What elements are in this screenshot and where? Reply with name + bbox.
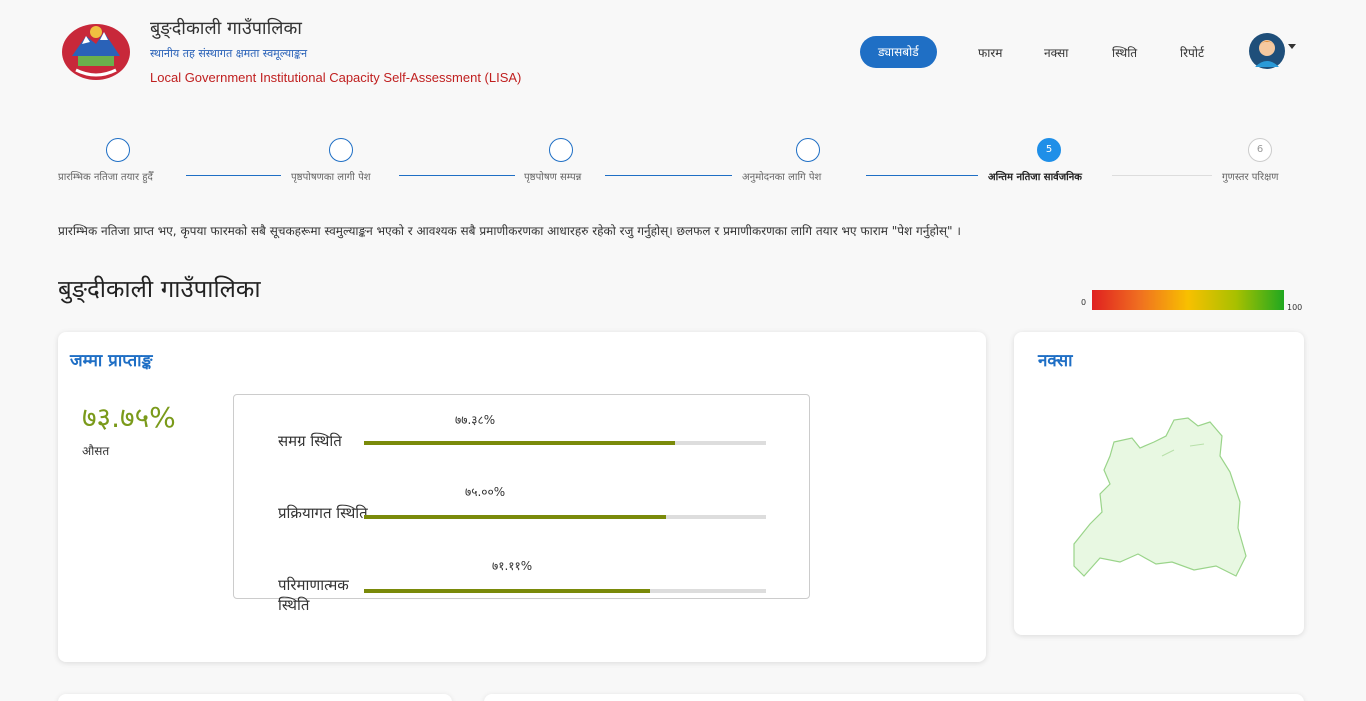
map-card: नक्सा — [1014, 332, 1304, 635]
page-title: बुङ्दीकाली गाउँपालिका — [58, 275, 261, 303]
user-avatar-icon[interactable] — [1249, 33, 1285, 69]
map-card-title: नक्सा — [1038, 351, 1073, 371]
scale-min-label: 0 — [1081, 298, 1087, 307]
nav-form-link[interactable]: फारम — [978, 44, 1002, 61]
step-2-label: पृष्ठपोषणका लागी पेश — [291, 172, 371, 183]
row-overall-bar-fill — [364, 441, 676, 445]
row-procedural-label: प्रक्रियागत स्थिति — [278, 504, 368, 522]
row-quantitative-value: ७१.११% — [492, 559, 533, 573]
brand-subtitle: स्थानीय तह संस्थागत क्षमता स्वमूल्याङ्कन — [150, 47, 308, 60]
row-quantitative-bar — [364, 589, 766, 593]
nav-dashboard-button[interactable]: ड्यासबोर्ड — [860, 36, 937, 68]
progress-stepper: प्रारम्भिक नतिजा तयार हुदैँ पृष्ठपोषणका … — [0, 130, 1366, 190]
municipality-map-shape[interactable] — [1070, 416, 1250, 588]
brand-title: बुङ्दीकाली गाउँपालिका — [150, 18, 302, 39]
step-4-label: अनुमोदनका लागि पेश — [742, 172, 822, 183]
row-overall-bar — [364, 441, 766, 445]
header: बुङ्दीकाली गाउँपालिका स्थानीय तह संस्थाग… — [0, 0, 1366, 100]
chevron-down-icon[interactable] — [1288, 44, 1296, 49]
step-5-label: अन्तिम नतिजा सार्वजनिक — [988, 172, 1082, 183]
step-1-circle — [106, 138, 130, 162]
row-quantitative-bar-fill — [364, 589, 650, 593]
nav-status-link[interactable]: स्थिति — [1112, 44, 1137, 61]
total-score-value: ७३.७५% — [82, 401, 176, 434]
step-connector — [605, 175, 732, 176]
row-procedural-value: ७५.००% — [465, 485, 506, 499]
brand-subtitle-en: Local Government Institutional Capacity … — [150, 70, 522, 85]
bottom-card-left — [58, 694, 452, 701]
nav-map-link[interactable]: नक्सा — [1044, 44, 1068, 61]
step-3-circle — [549, 138, 573, 162]
score-breakdown-box: ७७.३८% समग्र स्थिति ७५.००% प्रक्रियागत स… — [233, 394, 810, 614]
step-connector — [399, 175, 515, 176]
row-overall-value: ७७.३८% — [455, 413, 496, 427]
instruction-text: प्रारम्भिक नतिजा प्राप्त भए, कृपया फारमक… — [58, 224, 961, 238]
nav-report-link[interactable]: रिपोर्ट — [1180, 44, 1204, 61]
step-6-circle: 6 — [1248, 138, 1272, 162]
step-6-label: गुणस्तर परिक्षण — [1222, 172, 1279, 183]
step-1-label: प्रारम्भिक नतिजा तयार हुदैँ — [58, 172, 153, 183]
row-procedural-bar-fill — [364, 515, 666, 519]
step-2-circle — [329, 138, 353, 162]
step-connector — [1112, 175, 1212, 176]
score-card-title: जम्मा प्राप्ताङ्क — [70, 351, 153, 371]
step-connector — [866, 175, 978, 176]
total-score-caption: औसत — [82, 444, 110, 458]
step-connector — [186, 175, 281, 176]
row-procedural-bar — [364, 515, 766, 519]
color-scale-bar — [1092, 290, 1284, 310]
bottom-card-right — [484, 694, 1304, 701]
scale-max-label: 100 — [1287, 303, 1303, 312]
total-score-card: जम्मा प्राप्ताङ्क ७३.७५% औसत ७७.३८% समग्… — [58, 332, 986, 662]
row-overall-label: समग्र स्थिति — [278, 432, 342, 450]
step-5-circle: 5 — [1037, 138, 1061, 162]
step-4-circle — [796, 138, 820, 162]
emblem-logo — [62, 24, 130, 80]
step-3-label: पृष्ठपोषण सम्पन्न — [524, 172, 582, 183]
row-quantitative-label: परिमाणात्मक स्थिति — [278, 576, 349, 614]
